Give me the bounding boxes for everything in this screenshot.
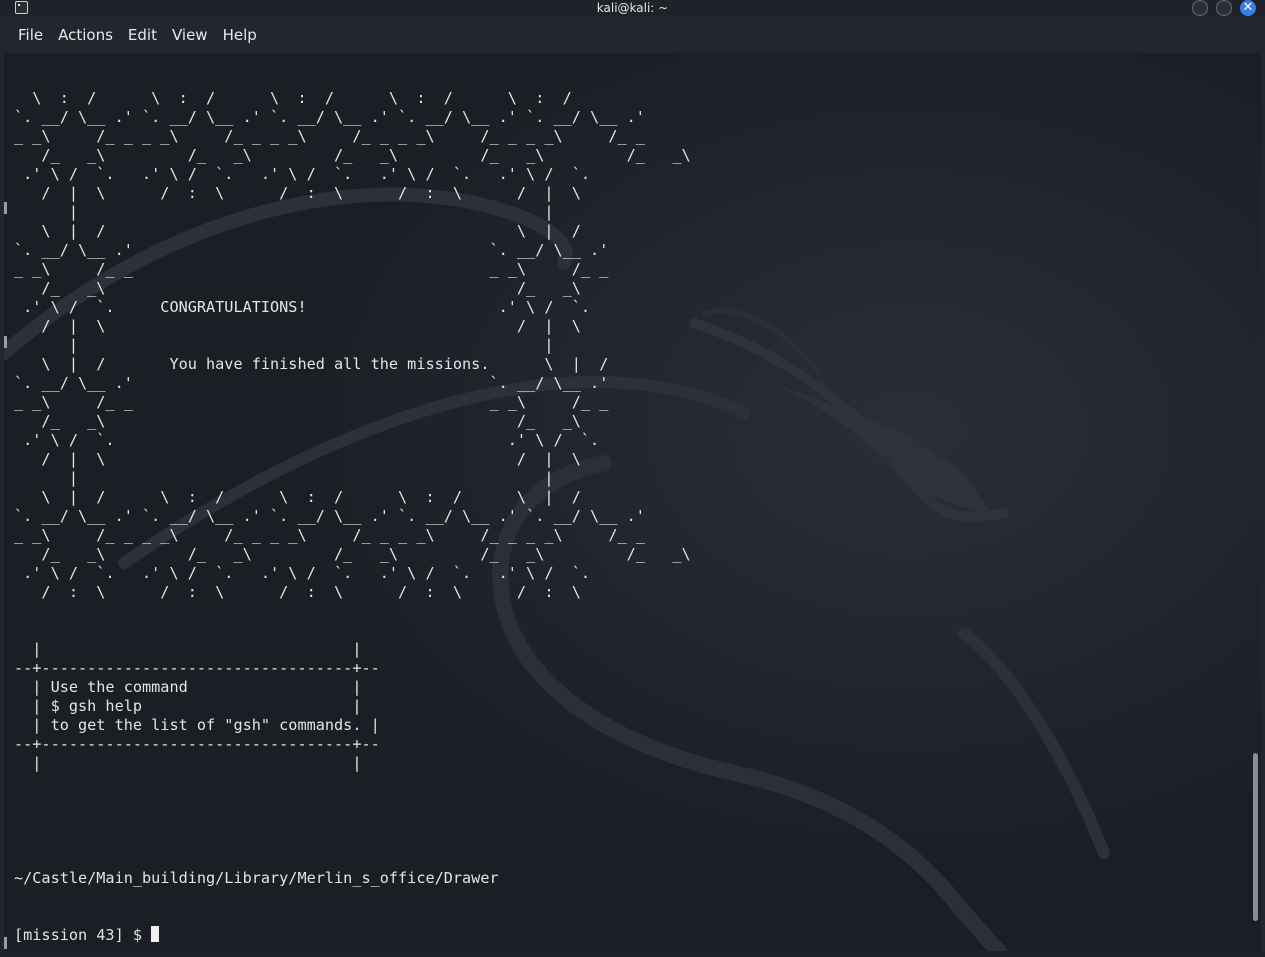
command-line[interactable]: [mission 43] $: [14, 926, 499, 945]
menu-edit[interactable]: Edit: [121, 22, 164, 48]
window-title: kali@kali: ~: [596, 1, 669, 15]
menu-help[interactable]: Help: [216, 22, 264, 48]
window-bottom-edge: [0, 951, 1265, 957]
menu-view[interactable]: View: [165, 22, 215, 48]
title-bar[interactable]: kali@kali: ~ ✕: [0, 0, 1265, 17]
menu-bar: File Actions Edit View Help: [0, 17, 1265, 53]
menu-file[interactable]: File: [11, 22, 50, 48]
minimize-button[interactable]: [1192, 0, 1208, 16]
menu-actions[interactable]: Actions: [51, 22, 120, 48]
terminal-window: kali@kali: ~ ✕ File Actions Edit View He…: [0, 0, 1265, 957]
close-button[interactable]: ✕: [1240, 0, 1256, 16]
terminal-area[interactable]: \ : / \ : / \ : / \ : / \ : / `. __/ \__…: [4, 53, 1261, 951]
current-directory: ~/Castle/Main_building/Library/Merlin_s_…: [14, 869, 499, 887]
prompt-block[interactable]: ~/Castle/Main_building/Library/Merlin_s_…: [14, 831, 499, 951]
maximize-button[interactable]: [1216, 0, 1232, 16]
text-cursor: [151, 926, 160, 942]
terminal-output: \ : / \ : / \ : / \ : / \ : / `. __/ \__…: [14, 89, 691, 772]
shell-prompt: [mission 43] $: [14, 926, 152, 944]
close-icon: ✕: [1242, 0, 1254, 15]
scrollbar-thumb[interactable]: [1253, 753, 1258, 921]
